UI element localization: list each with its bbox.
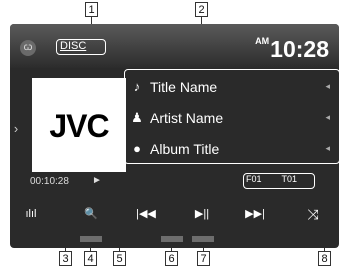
elapsed-time: 00:10:28	[30, 176, 69, 187]
callout-5: 5	[113, 251, 126, 266]
callout-frame-info	[124, 69, 340, 164]
callout-1: 1	[85, 2, 98, 17]
control-bar: ılıl 🔍 |◀◀ ▶|| ▶▶| ⤨	[10, 194, 339, 234]
album-art-logo: JVC	[49, 108, 109, 144]
callout-3: 3	[59, 251, 72, 266]
callout-frame-folder	[243, 173, 315, 189]
album-art: JVC	[32, 78, 126, 172]
callout-4: 4	[84, 251, 97, 266]
callout-7: 7	[197, 251, 210, 266]
shuffle-button[interactable]: ⤨	[298, 202, 328, 226]
random-mode-indicator	[192, 236, 214, 242]
callout-6: 6	[165, 251, 178, 266]
brand-badge-icon: ꞷ	[20, 40, 36, 56]
equalizer-button[interactable]: ılıl	[16, 202, 46, 226]
side-menu-arrow-icon[interactable]: ›	[10, 114, 22, 144]
clock-display: AM10:28	[255, 36, 329, 63]
repeat-mode-indicator	[161, 236, 183, 242]
previous-track-button[interactable]: |◀◀	[131, 202, 161, 226]
search-button-indicator	[80, 236, 102, 242]
next-track-button[interactable]: ▶▶|	[240, 202, 270, 226]
callout-8: 8	[318, 251, 331, 266]
search-button[interactable]: 🔍	[76, 202, 106, 226]
callout-2: 2	[195, 2, 208, 17]
callout-frame-disc	[56, 39, 106, 55]
clock-time: 10:28	[270, 36, 329, 62]
clock-ampm: AM	[255, 36, 270, 46]
play-pause-button[interactable]: ▶||	[187, 202, 217, 226]
play-status-icon: ►	[92, 175, 102, 186]
